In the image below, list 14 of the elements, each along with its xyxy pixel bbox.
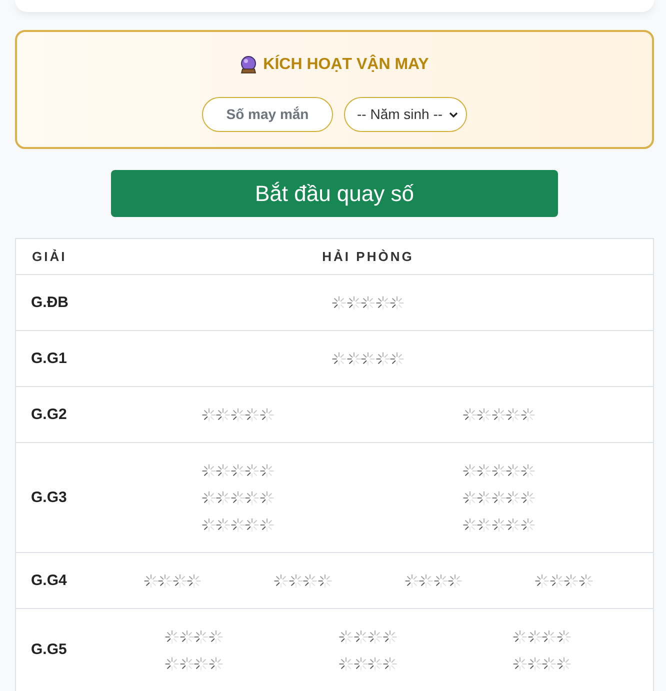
start-draw-button[interactable]: Bắt đầu quay số	[111, 170, 558, 217]
prize-label: G.G1	[31, 350, 67, 366]
prize-label: G.ĐB	[31, 294, 68, 310]
lucky-number-button[interactable]: Số may mắn	[202, 97, 333, 132]
prize-label: G.G3	[31, 488, 67, 506]
crystal-ball-icon	[240, 56, 258, 74]
column-header: HẢI PHÒNG	[322, 248, 414, 266]
prize-label: G.G5	[31, 641, 67, 658]
prize-label: G.G2	[31, 406, 67, 422]
prize-label: G.G4	[31, 572, 67, 588]
column-header: GIẢI	[32, 248, 67, 264]
chevron-down-icon	[449, 112, 458, 118]
birth-year-select[interactable]: -- Năm sinh --	[344, 97, 467, 132]
panel-title: KÍCH HOẠT VẬN MAY	[263, 55, 429, 75]
